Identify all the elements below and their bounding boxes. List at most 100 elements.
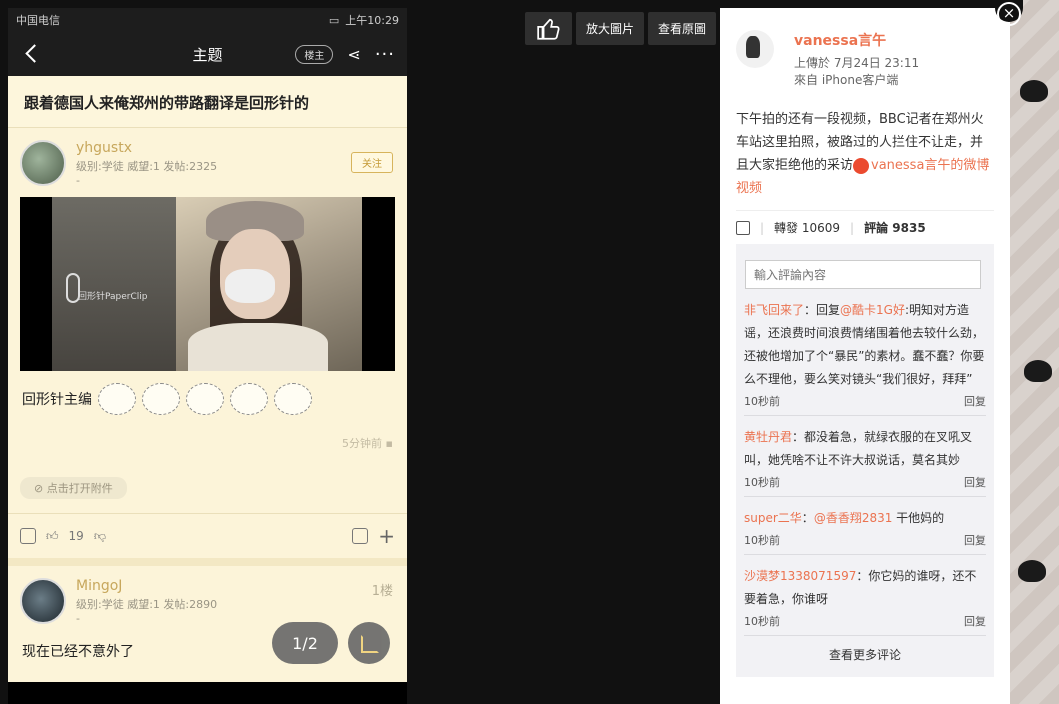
avatar[interactable] (20, 140, 66, 186)
user-meta: 级别:学徒 威望:1 发帖:2325 (76, 160, 218, 173)
video-mask (225, 269, 275, 303)
comment-time: 10秒前 (744, 615, 780, 628)
floor-number: 1楼 (371, 584, 393, 599)
comment-reply-button[interactable]: 回复 (964, 474, 986, 490)
attachment-icon: ⊘ (34, 482, 44, 495)
like-count: 19 (68, 529, 84, 543)
comment-body: 沙漠梦1338071597：你它妈的谁呀，还不要着急，你谁呀 (744, 565, 986, 611)
comment-footer: 10秒前 回复 (744, 530, 986, 554)
cat-pattern-icon (1020, 80, 1048, 102)
comment-user[interactable]: super二华 (744, 511, 802, 525)
comment-footer: 10秒前 回复 (744, 611, 986, 635)
user-signature: - (76, 612, 80, 625)
video-watermark: 回形针PaperClip (78, 292, 148, 302)
post-caption: 回形针主编 (8, 371, 407, 415)
like-icon[interactable] (736, 220, 750, 235)
status-indicators: ▭ 上午10:29 (329, 12, 399, 28)
sticker-image (142, 383, 180, 415)
post-username[interactable]: MingoJ (76, 578, 217, 594)
gift-icon[interactable] (20, 528, 36, 544)
caption-text: 回形针主编 (22, 392, 92, 408)
video-sweater (188, 323, 328, 371)
weibo-text: 下午拍的还有一段视频，BBC记者在郑州火车站这里拍照，被路过的人拦住不让走，并且… (720, 98, 1010, 210)
like-icon[interactable]: 👍︎ (46, 529, 59, 544)
back-arrow-icon[interactable] (20, 42, 44, 66)
sticker-image (98, 383, 136, 415)
comment-item: 非飞回来了：回复@酷卡1G好:明知对方造谣，还浪费时间浪费情绪围着他去较什么劲，… (744, 289, 986, 416)
weibo-time: 上傳於 7月24日 23:11 (794, 56, 920, 70)
comment-body: 非飞回来了：回复@酷卡1G好:明知对方造谣，还浪费时间浪费情绪围着他去较什么劲，… (744, 299, 986, 391)
user-meta: 级别:学徒 威望:1 发帖:2890 (76, 598, 218, 611)
comment-time: 10秒前 (744, 534, 780, 547)
post-header: yhgustx 级别:学徒 威望:1 发帖:2325 - 关注 (8, 128, 407, 197)
weibo-actions: | 轉發 10609 | 評論 9835 (736, 210, 994, 244)
close-button[interactable]: × (995, 0, 1023, 26)
avatar[interactable] (736, 30, 774, 68)
comment-prefix: ： (801, 511, 814, 525)
comment-user[interactable]: 黄牡丹君 (744, 430, 792, 444)
comments-section: 非飞回来了：回复@酷卡1G好:明知对方造谣，还浪费时间浪费情绪围着他去较什么劲，… (736, 244, 994, 677)
open-attachment-button[interactable]: ⊘ 点击打开附件 (20, 477, 127, 499)
comment-reply-button[interactable]: 回复 (964, 393, 986, 409)
post-header: MingoJ 级别:学徒 威望:1 发帖:2890 - 1楼 (8, 566, 407, 635)
post-time: 5分钟前 ▪ (8, 415, 407, 451)
comment-prefix: ：回复 (804, 303, 841, 317)
owner-only-button[interactable]: 楼主 (295, 44, 334, 64)
sticker-image (186, 383, 224, 415)
phone-screenshot[interactable]: 中国电信 ▭ 上午10:29 主题 楼主 ⋖ ··· 跟着德国人来俺郑州的带路翻译… (8, 8, 407, 704)
share-icon[interactable]: ⋖ (347, 45, 360, 64)
comment-footer: 10秒前 回复 (744, 472, 986, 496)
comment-item: 沙漠梦1338071597：你它妈的谁呀，还不要着急，你谁呀 10秒前 回复 (744, 555, 986, 636)
comment-reply-button[interactable]: 回复 (964, 613, 986, 629)
comments-tab[interactable]: 評論 9835 (864, 219, 926, 236)
comment-mention[interactable]: @酷卡1G好 (840, 303, 905, 317)
user-signature: - (76, 174, 80, 187)
dislike-icon[interactable]: 👎︎ (94, 529, 106, 544)
comment-input[interactable] (745, 260, 981, 289)
clock-label: 上午10:29 (345, 14, 399, 27)
comment-user[interactable]: 沙漠梦1338071597 (744, 569, 856, 583)
post-2: MingoJ 级别:学徒 威望:1 发帖:2890 - 1楼 现在已经不意外了 (8, 558, 407, 667)
comment-icon[interactable] (352, 528, 369, 544)
close-icon: × (997, 2, 1021, 26)
comment-item: super二华：@香香翔2831 干他妈的 10秒前 回复 (744, 497, 986, 555)
comment-mention[interactable]: @香香翔2831 (814, 511, 893, 525)
system-nav-bar (8, 682, 407, 704)
weibo-source: 來自 iPhone客户端 (794, 73, 899, 87)
post-time-text: 5分钟前 (342, 437, 383, 450)
edit-icon[interactable] (348, 622, 390, 664)
comment-footer: 10秒前 回复 (744, 391, 986, 415)
repost-button[interactable]: 轉發 10609 (774, 219, 840, 236)
weibo-username[interactable]: vanessa言午 (794, 30, 919, 50)
comment-text: 干他妈的 (892, 511, 945, 525)
follow-button[interactable]: 关注 (351, 152, 393, 173)
like-image-button[interactable] (525, 12, 572, 45)
weibo-header: vanessa言午 上傳於 7月24日 23:11 來自 iPhone客户端 (720, 8, 1010, 98)
video-link-icon (853, 157, 870, 174)
sticker-row (98, 383, 312, 415)
avatar[interactable] (20, 578, 66, 624)
comment-body: super二华：@香香翔2831 干他妈的 (744, 507, 986, 530)
add-icon[interactable]: + (378, 526, 395, 546)
page-indicator[interactable]: 1/2 (272, 622, 338, 664)
zoom-image-button[interactable]: 放大圖片 (576, 12, 644, 45)
nav-bar: 主题 楼主 ⋖ ··· (8, 32, 407, 76)
post-username[interactable]: yhgustx (76, 140, 217, 156)
video-frame[interactable]: 回形针PaperClip (20, 197, 395, 371)
comment-reply-button[interactable]: 回复 (964, 532, 986, 548)
attachment-label: 点击打开附件 (46, 482, 113, 495)
divider: | (850, 220, 855, 235)
carrier-label: 中国电信 (16, 14, 60, 27)
comment-user[interactable]: 非飞回来了 (744, 303, 804, 317)
post-actions: 👍︎ 19 👎︎ + (8, 513, 407, 558)
more-comments-link[interactable]: 查看更多评论 (744, 636, 986, 677)
cat-pattern-icon (1018, 560, 1046, 582)
weibo-panel: vanessa言午 上傳於 7月24日 23:11 來自 iPhone客户端 下… (720, 8, 1010, 704)
more-options-icon[interactable]: ··· (375, 44, 395, 65)
android-icon: ▪ (385, 437, 393, 450)
sticker-image (274, 383, 312, 415)
view-original-button[interactable]: 查看原圖 (648, 12, 716, 45)
comment-time: 10秒前 (744, 476, 780, 489)
divider: | (760, 220, 765, 235)
comment-body: 黄牡丹君：都没着急，就绿衣服的在叉吼叉叫，她凭啥不让不许大叔说话，莫名其妙 (744, 426, 986, 472)
